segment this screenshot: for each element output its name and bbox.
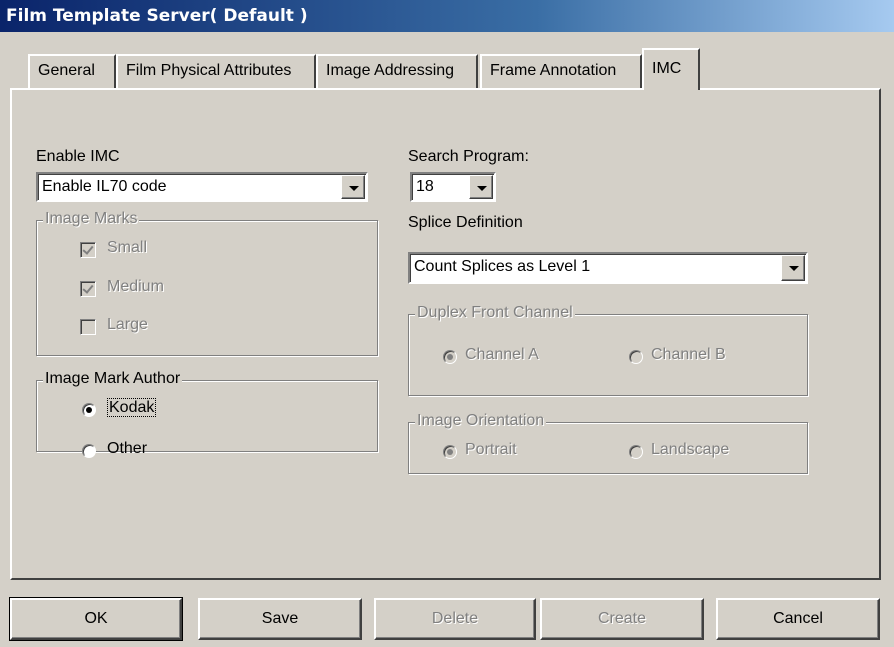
landscape-label: Landscape — [651, 441, 730, 458]
tab-image-addressing[interactable]: Image Addressing — [316, 54, 478, 88]
small-label: Small — [107, 239, 148, 256]
other-label: Other — [107, 440, 148, 457]
save-button[interactable]: Save — [198, 598, 362, 640]
enable-imc-value: Enable IL70 code — [42, 178, 167, 195]
channel-a-radio[interactable] — [443, 350, 457, 364]
chevron-down-icon[interactable] — [781, 255, 805, 281]
splice-definition-value: Count Splices as Level 1 — [414, 258, 591, 275]
medium-label: Medium — [107, 278, 164, 295]
portrait-label: Portrait — [465, 441, 517, 458]
ok-button[interactable]: OK — [9, 597, 183, 641]
tab-frame-annotation-label: Frame Annotation — [490, 62, 617, 79]
duplex-front-channel-legend: Duplex Front Channel — [415, 304, 575, 322]
kodak-label: Kodak — [107, 398, 157, 417]
enable-imc-label: Enable IMC — [36, 148, 120, 165]
splice-definition-select[interactable]: Count Splices as Level 1 — [408, 252, 808, 284]
enable-imc-select[interactable]: Enable IL70 code — [36, 172, 368, 202]
portrait-radio[interactable] — [443, 445, 457, 459]
tab-frame-annotation[interactable]: Frame Annotation — [480, 54, 642, 88]
image-orientation-group: Image Orientation Portrait Landscape — [408, 412, 808, 474]
large-label: Large — [107, 316, 148, 333]
splice-definition-label: Splice Definition — [408, 214, 523, 231]
search-program-select[interactable]: 18 — [410, 172, 496, 202]
tab-general[interactable]: General — [28, 54, 116, 88]
tab-general-label: General — [38, 62, 95, 79]
cancel-button[interactable]: Cancel — [716, 598, 880, 640]
image-mark-author-group: Image Mark Author Kodak Other — [36, 370, 378, 458]
image-marks-legend: Image Marks — [43, 210, 140, 228]
window-title: Film Template Server( Default ) — [0, 0, 894, 32]
channel-b-label: Channel B — [651, 346, 726, 363]
delete-button[interactable]: Delete — [374, 598, 536, 640]
tab-panel-imc: Enable IMC Enable IL70 code Image Marks … — [10, 88, 881, 580]
medium-checkbox[interactable] — [80, 281, 96, 297]
landscape-radio[interactable] — [629, 445, 643, 459]
image-marks-group: Image Marks Small Medium Large — [36, 210, 378, 356]
kodak-radio[interactable] — [82, 403, 96, 417]
image-orientation-legend: Image Orientation — [415, 412, 547, 430]
large-checkbox[interactable] — [80, 319, 96, 335]
tab-imc[interactable]: IMC — [642, 48, 700, 90]
tab-image-addressing-label: Image Addressing — [326, 62, 455, 79]
other-radio[interactable] — [82, 444, 96, 458]
tab-imc-label: IMC — [652, 60, 682, 77]
image-mark-author-legend: Image Mark Author — [43, 370, 183, 388]
channel-b-radio[interactable] — [629, 350, 643, 364]
tab-film-physical-attributes-label: Film Physical Attributes — [126, 62, 292, 79]
chevron-down-icon[interactable] — [341, 175, 365, 199]
small-checkbox[interactable] — [80, 242, 96, 258]
duplex-front-channel-group: Duplex Front Channel Channel A Channel B — [408, 304, 808, 396]
kodak-label-text: Kodak — [107, 398, 157, 417]
tab-film-physical-attributes[interactable]: Film Physical Attributes — [116, 54, 316, 88]
chevron-down-icon[interactable] — [469, 175, 493, 199]
create-button[interactable]: Create — [540, 598, 704, 640]
search-program-label: Search Program: — [408, 148, 529, 165]
search-program-value: 18 — [416, 178, 434, 195]
channel-a-label: Channel A — [465, 346, 539, 363]
